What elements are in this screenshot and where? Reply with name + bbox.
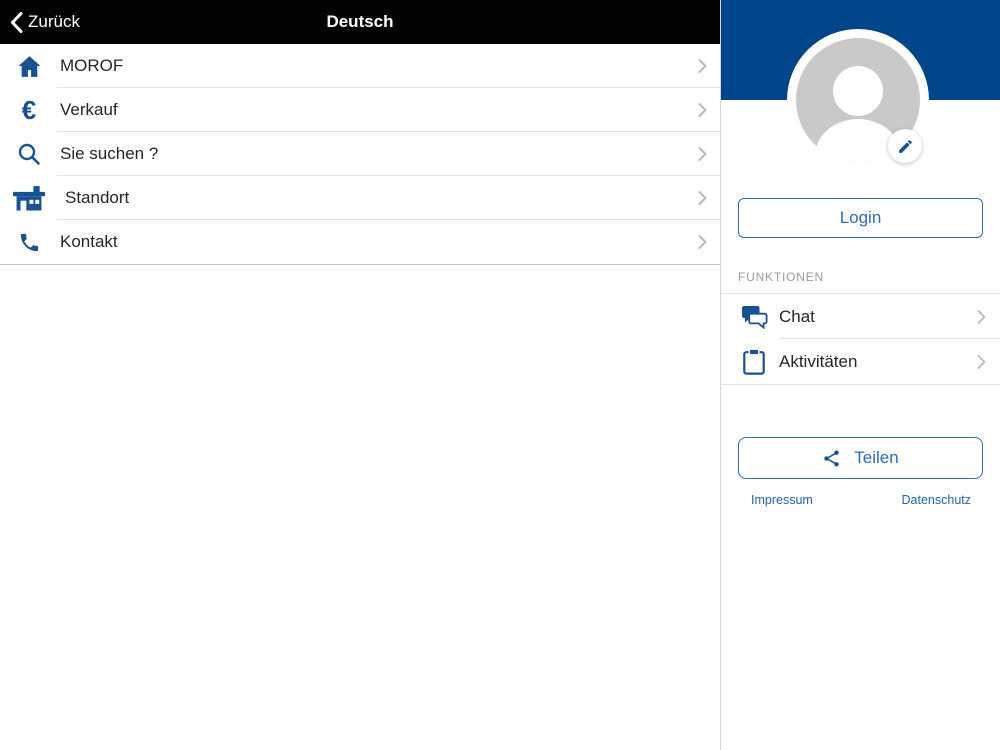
home-icon: [13, 55, 45, 78]
euro-icon: €: [21, 95, 37, 125]
store-icon: [13, 185, 45, 212]
clipboard-icon: [740, 348, 768, 375]
main-panel: Zurück Deutsch MOROF € Verkauf Sie suche…: [0, 0, 720, 750]
impressum-link[interactable]: Impressum: [751, 493, 813, 507]
share-label: Teilen: [854, 448, 899, 467]
menu-item-label: Standort: [65, 188, 130, 207]
menu-item-kontakt[interactable]: Kontakt: [0, 220, 720, 264]
chevron-right-icon: [977, 309, 986, 324]
menu-item-label: Verkauf: [60, 100, 118, 119]
edit-avatar-button[interactable]: [888, 129, 922, 163]
function-item-label: Chat: [779, 306, 815, 326]
search-icon: [13, 142, 45, 166]
function-item-label: Aktivitäten: [779, 351, 858, 371]
menu-item-label: Kontakt: [60, 232, 118, 251]
menu-item-standort[interactable]: Standort: [0, 176, 720, 220]
login-button[interactable]: Login: [738, 198, 983, 238]
page-title: Deutsch: [326, 12, 394, 31]
nav-bar: Zurück Deutsch: [0, 0, 720, 44]
menu-item-label: Sie suchen ?: [60, 144, 159, 163]
main-menu: MOROF € Verkauf Sie suchen ? Standort Ko…: [0, 44, 720, 265]
chevron-right-icon: [977, 354, 986, 369]
function-item-chat[interactable]: Chat: [721, 294, 1000, 339]
function-item-aktivitaeten[interactable]: Aktivitäten: [721, 339, 1000, 384]
chevron-right-icon: [698, 103, 707, 118]
footer-links: Impressum Datenschutz: [751, 493, 971, 507]
menu-item-morof[interactable]: MOROF: [0, 44, 720, 88]
section-label-funktionen: FUNKTIONEN: [738, 270, 824, 284]
menu-item-verkauf[interactable]: € Verkauf: [0, 88, 720, 132]
chevron-right-icon: [698, 59, 707, 74]
menu-item-label: MOROF: [60, 56, 124, 75]
menu-item-suchen[interactable]: Sie suchen ?: [0, 132, 720, 176]
app-screen: Zurück Deutsch MOROF € Verkauf Sie suche…: [0, 0, 1000, 750]
datenschutz-link[interactable]: Datenschutz: [902, 493, 971, 507]
function-list: Chat Aktivitäten: [721, 293, 1000, 385]
phone-icon: [13, 231, 45, 254]
share-button[interactable]: Teilen: [738, 437, 983, 479]
chevron-right-icon: [698, 191, 707, 206]
profile-panel: Login FUNKTIONEN Chat Aktivitäten Teilen…: [720, 0, 1000, 750]
share-icon: [822, 449, 841, 468]
chevron-right-icon: [698, 235, 707, 250]
chevron-right-icon: [698, 147, 707, 162]
pencil-icon: [897, 138, 914, 155]
chat-icon: [740, 305, 768, 329]
